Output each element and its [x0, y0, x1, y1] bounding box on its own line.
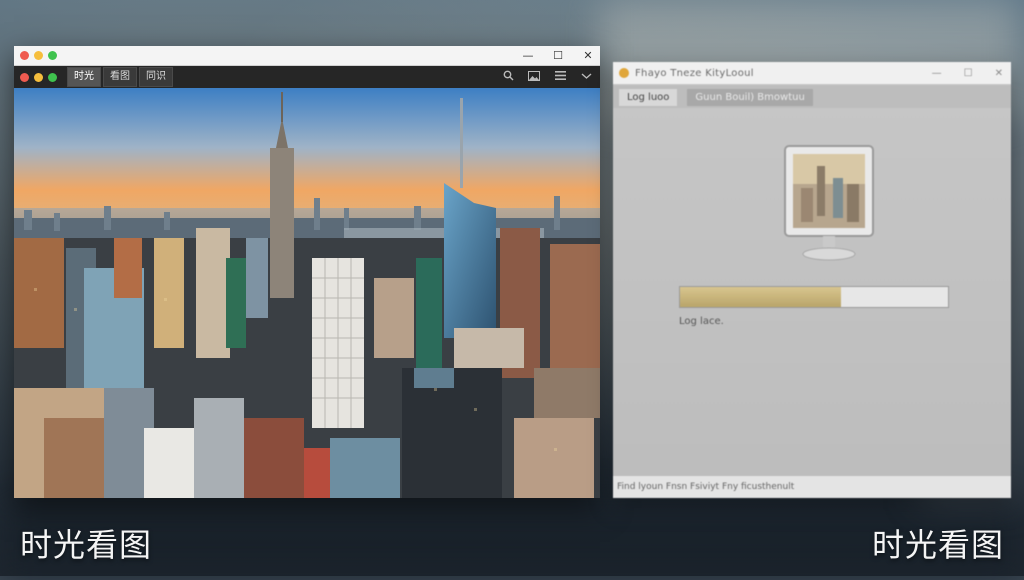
tab-1[interactable]: 时光	[67, 67, 101, 87]
close-dot[interactable]	[20, 51, 29, 60]
minimize-icon[interactable]: —	[932, 68, 942, 79]
viewer-titlebar: — ☐ ✕	[14, 46, 600, 66]
minimize-icon[interactable]: —	[522, 46, 534, 65]
loader-tab-1[interactable]: Log luoo	[619, 88, 678, 106]
image-icon[interactable]	[528, 70, 540, 84]
close-icon[interactable]: ✕	[995, 68, 1003, 79]
loader-title: Fhayo Tneze KityLooul	[635, 67, 754, 79]
search-icon[interactable]	[502, 70, 514, 84]
app-icon	[619, 68, 629, 78]
caption-right: 时光看图	[871, 526, 1004, 564]
maximize-dot[interactable]	[48, 51, 57, 60]
minimize-dot[interactable]	[34, 51, 43, 60]
toolbar-minimize-dot[interactable]	[34, 72, 43, 82]
loader-statusbar: Find lyoun Fnsn Fsiviyt Fny ficusthenult	[613, 475, 1011, 498]
close-icon[interactable]: ✕	[582, 46, 594, 65]
loading-status: Log lace.	[679, 316, 724, 327]
tab-2[interactable]: 看图	[103, 67, 137, 87]
loader-body: Log lace.	[613, 108, 1011, 476]
toolbar-maximize-dot[interactable]	[48, 72, 57, 82]
monitor-icon	[784, 145, 874, 261]
maximize-icon[interactable]: ☐	[964, 68, 973, 79]
image-viewer-window: — ☐ ✕ 时光 看图 同识	[14, 46, 600, 498]
viewer-tabs: 时光 看图 同识	[67, 67, 173, 87]
viewer-toolbar: 时光 看图 同识	[14, 66, 600, 88]
loader-tabs: Log luoo Guun Bouil) Bmowtuu	[613, 85, 1011, 109]
toolbar-close-dot[interactable]	[20, 72, 29, 82]
toolbar-dots	[20, 72, 57, 82]
traffic-lights	[20, 51, 57, 60]
loading-window: Fhayo Tneze KityLooul — ☐ ✕ Log luoo Guu…	[613, 62, 1011, 498]
progress-bar	[679, 286, 949, 308]
more-icon[interactable]	[580, 70, 592, 84]
tab-3[interactable]: 同识	[139, 67, 173, 87]
maximize-icon[interactable]: ☐	[552, 46, 564, 65]
caption-left: 时光看图	[20, 526, 153, 564]
loader-tab-2[interactable]: Guun Bouil) Bmowtuu	[687, 88, 813, 106]
progress-fill	[680, 287, 841, 307]
loader-titlebar: Fhayo Tneze KityLooul — ☐ ✕	[613, 62, 1011, 85]
grid-icon[interactable]	[554, 70, 566, 84]
city-skyline-photo	[14, 88, 600, 498]
statusbar-text: Find lyoun Fnsn Fsiviyt Fny ficusthenult	[617, 482, 795, 492]
